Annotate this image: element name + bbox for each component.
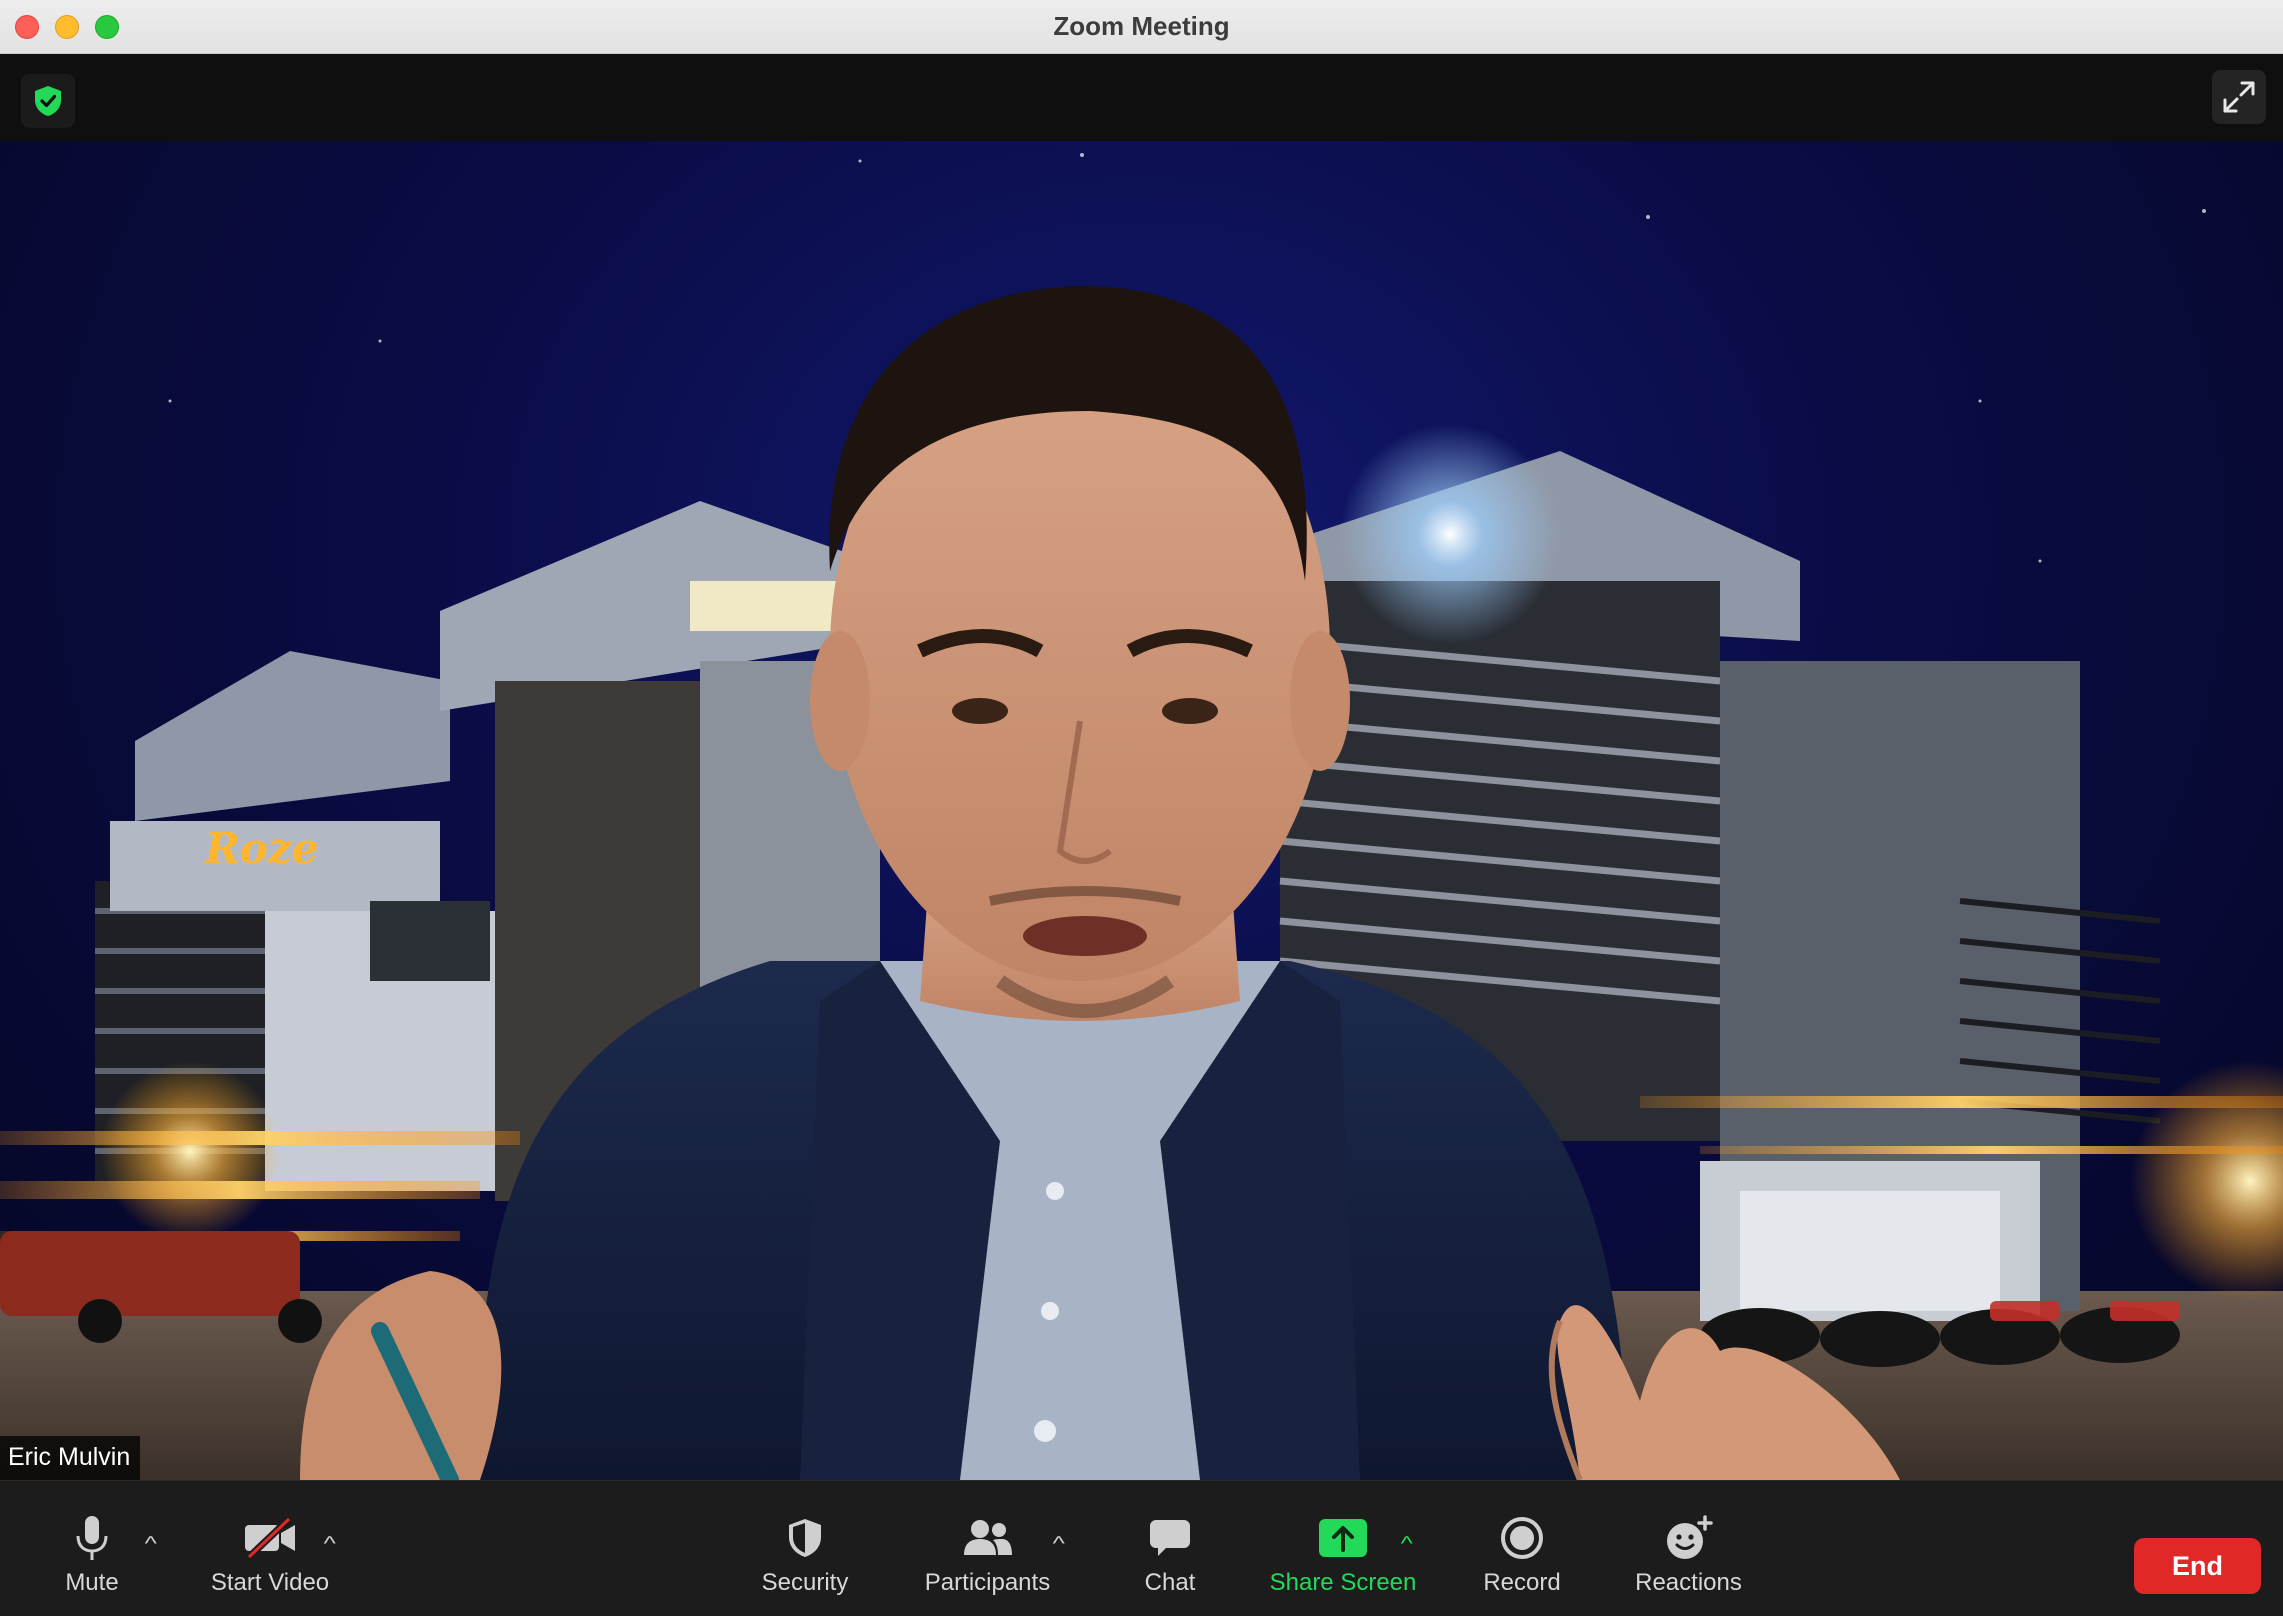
participants-button[interactable]: Participants: [910, 1481, 1065, 1616]
fullscreen-button[interactable]: [2212, 70, 2266, 124]
end-meeting-button[interactable]: End: [2134, 1538, 2261, 1594]
participants-options-caret[interactable]: ^: [1053, 1533, 1065, 1556]
participants-label: Participants: [924, 1569, 1051, 1596]
start-video-button[interactable]: Start Video: [195, 1481, 345, 1616]
share-screen-label: Share Screen: [1269, 1569, 1417, 1596]
record-button[interactable]: Record: [1472, 1481, 1572, 1616]
video-options-caret[interactable]: ^: [324, 1533, 336, 1556]
chat-button[interactable]: Chat: [1120, 1481, 1220, 1616]
window-title: Zoom Meeting: [1053, 11, 1230, 41]
reactions-label: Reactions: [1635, 1569, 1742, 1596]
record-icon: [1501, 1517, 1543, 1559]
shield-check-icon: [35, 86, 61, 116]
meeting-top-bar: [0, 54, 2283, 141]
video-frame-illustration: Roze: [0, 153, 2283, 1480]
participant-name-label: Eric Mulvin: [0, 1436, 141, 1480]
participant-video: Roze Eric Mulvin: [0, 141, 2283, 1480]
expand-icon: [2223, 81, 2255, 113]
security-label: Security: [761, 1569, 849, 1596]
building-sign: Roze: [204, 824, 319, 873]
share-arrow-icon: [1319, 1519, 1367, 1557]
window-title-bar: Zoom Meeting: [0, 0, 2283, 54]
smiley-plus-icon: [1666, 1515, 1713, 1559]
chat-bubble-icon: [1150, 1520, 1190, 1556]
people-icon: [963, 1520, 1012, 1555]
security-button[interactable]: Security: [745, 1481, 865, 1616]
start-video-label: Start Video: [210, 1569, 330, 1596]
video-off-icon: [245, 1517, 295, 1559]
chat-label: Chat: [1144, 1569, 1196, 1596]
meeting-info-button[interactable]: [21, 74, 75, 128]
meeting-controls-toolbar: Mute ^ Start Video ^ Security Participan…: [0, 1480, 2283, 1616]
microphone-icon: [76, 1516, 108, 1560]
share-screen-options-caret[interactable]: ^: [1401, 1533, 1413, 1556]
audio-options-caret[interactable]: ^: [145, 1533, 157, 1556]
shield-icon: [789, 1519, 821, 1557]
record-label: Record: [1483, 1569, 1561, 1596]
mute-button[interactable]: Mute: [40, 1481, 144, 1616]
reactions-button[interactable]: Reactions: [1626, 1481, 1751, 1616]
mute-label: Mute: [65, 1569, 119, 1596]
